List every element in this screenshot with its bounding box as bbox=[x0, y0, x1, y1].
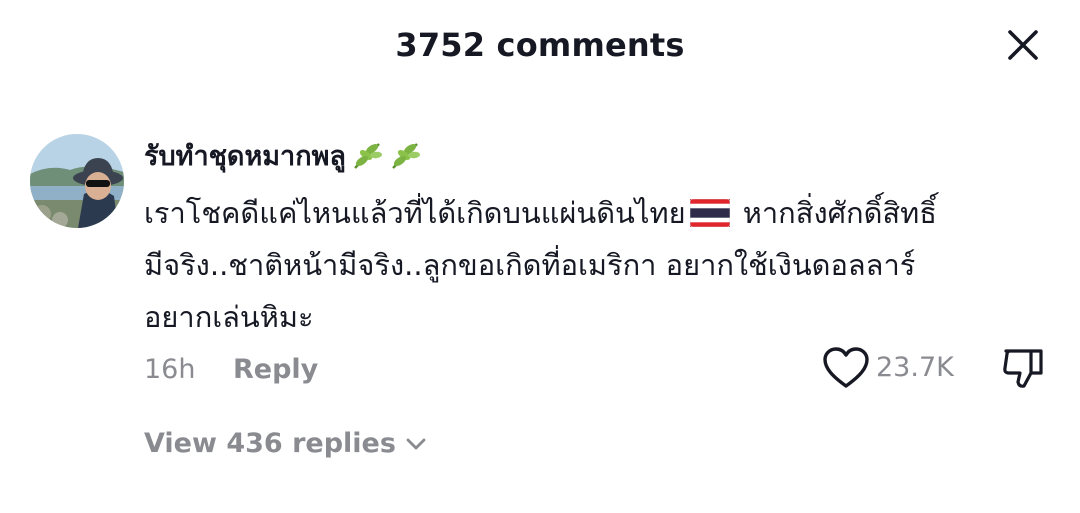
view-replies-button[interactable]: View 436 replies bbox=[144, 428, 426, 459]
comment-line: มีจริง..ชาติหน้ามีจริง..ลูกขอเกิดที่อเมร… bbox=[144, 248, 916, 282]
comment-line-text: หากสิ่งศักดิ์สิทธิ์ bbox=[742, 196, 937, 230]
thumbs-down-icon bbox=[1003, 349, 1043, 388]
avatar[interactable] bbox=[30, 134, 124, 228]
heart-outline-icon bbox=[823, 347, 869, 388]
comment-line: เราโชคดีแค่ไหนแล้วที่ได้เกิดบนแผ่นดินไทย… bbox=[144, 187, 1049, 239]
like-count: 23.7K bbox=[876, 352, 954, 383]
herb-icon bbox=[392, 142, 420, 169]
close-icon bbox=[1008, 30, 1038, 60]
chevron-down-icon bbox=[406, 438, 426, 449]
comments-count-title: 3752 comments bbox=[395, 26, 685, 64]
reply-button[interactable]: Reply bbox=[233, 354, 318, 385]
avatar-image bbox=[30, 134, 124, 228]
herb-icon bbox=[354, 142, 382, 169]
thailand-flag-icon bbox=[689, 199, 730, 227]
comments-sheet: 3752 comments รับทำชุดหมากพลู เราโชคดีแค… bbox=[0, 0, 1080, 513]
comment-username[interactable]: รับทำชุดหมากพลู bbox=[144, 134, 422, 177]
close-button[interactable] bbox=[1002, 24, 1044, 66]
like-button[interactable] bbox=[822, 346, 870, 390]
comment-line-text: เราโชคดีแค่ไหนแล้วที่ได้เกิดบนแผ่นดินไทย bbox=[144, 196, 686, 230]
view-replies-label: View 436 replies bbox=[144, 428, 396, 459]
comment-text: เราโชคดีแค่ไหนแล้วที่ได้เกิดบนแผ่นดินไทย… bbox=[144, 187, 1049, 343]
comment-line: อยากเล่นหิมะ bbox=[144, 300, 314, 334]
dislike-button[interactable] bbox=[1000, 346, 1046, 390]
comment-timestamp: 16h bbox=[144, 354, 196, 385]
username-text: รับทำชุดหมากพลู bbox=[144, 141, 346, 172]
